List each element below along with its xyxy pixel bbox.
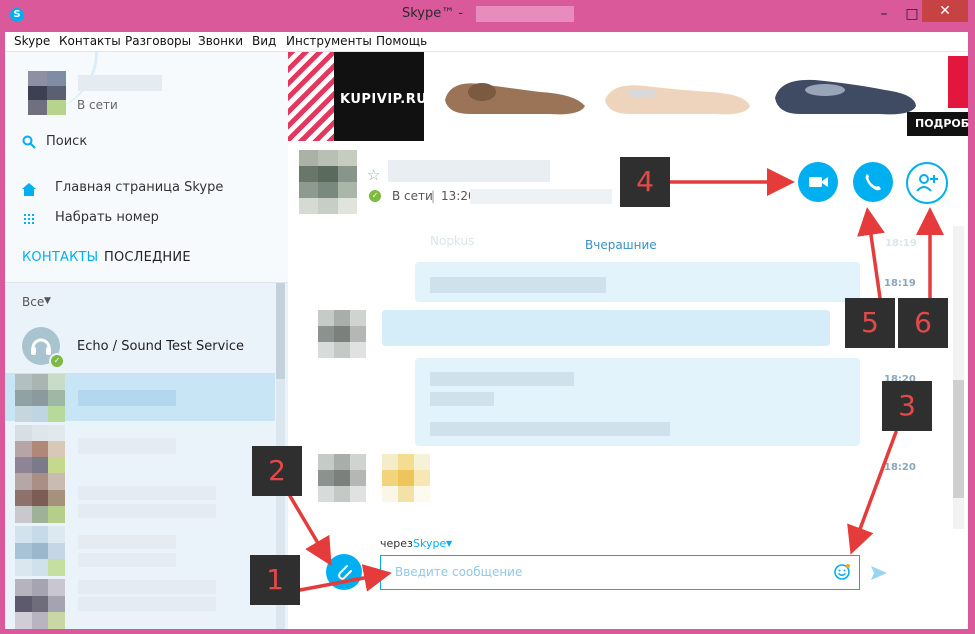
annotation-marker-5: 5 — [845, 298, 895, 348]
annotation-marker-6: 6 — [898, 298, 948, 348]
annotation-marker-3: 3 — [882, 381, 932, 431]
annotation-marker-2: 2 — [252, 446, 302, 496]
annotation-marker-1: 1 — [250, 555, 300, 605]
annotation-marker-4: 4 — [620, 157, 670, 207]
annotation-arrows — [288, 168, 944, 592]
